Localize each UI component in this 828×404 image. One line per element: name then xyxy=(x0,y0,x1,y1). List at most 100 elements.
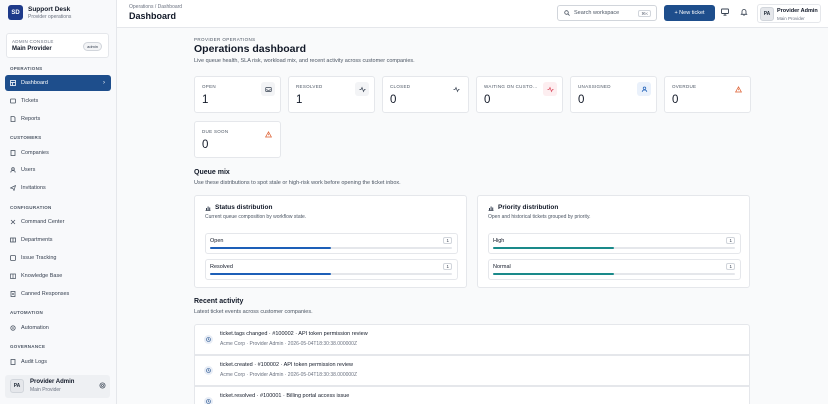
sidebar-item-tickets[interactable]: Tickets xyxy=(5,93,111,109)
sidebar-item-invitations[interactable]: Invitations xyxy=(5,180,111,196)
gear-icon xyxy=(10,325,16,331)
row-label: Open xyxy=(210,238,224,244)
row-count: 1 xyxy=(726,237,735,244)
bell-icon[interactable] xyxy=(740,8,748,18)
sidebar-item-automation[interactable]: Automation xyxy=(5,320,111,336)
topbar: Operations / Dashboard Dashboard Search … xyxy=(117,0,828,28)
warning-icon xyxy=(731,82,745,96)
user-menu[interactable]: PA Provider Admin Main Provider xyxy=(757,4,821,23)
sidebar-item-label: Audit Logs xyxy=(21,359,47,365)
stat-card-overdue[interactable]: OVERDUE 0 xyxy=(664,76,751,113)
chevron-right-icon: › xyxy=(103,80,105,86)
avatar: PA xyxy=(760,7,774,21)
activity-meta: Acme Corp · Provider Admin · 2026-05-04T… xyxy=(220,372,358,378)
sidebar-item-label: Invitations xyxy=(21,185,46,191)
dashboard-icon xyxy=(10,80,16,86)
document-icon xyxy=(10,291,16,297)
panel-subtitle: Current queue composition by workflow st… xyxy=(205,214,307,220)
progress-track xyxy=(493,273,735,275)
breadcrumb[interactable]: Operations / Dashboard xyxy=(129,4,182,10)
row-label: Normal xyxy=(493,264,511,270)
priority-distribution-panel: Priority distribution Open and historica… xyxy=(477,195,750,288)
queue-mix-subtitle: Use these distributions to spot stale or… xyxy=(194,180,401,186)
status-distribution-panel: Status distribution Current queue compos… xyxy=(194,195,467,288)
stat-value: 0 xyxy=(578,94,585,106)
sidebar-item-dashboard[interactable]: Dashboard › xyxy=(5,75,111,91)
stat-card-unassigned[interactable]: UNASSIGNED 0 xyxy=(570,76,657,113)
monitor-icon[interactable] xyxy=(721,8,729,18)
sidebar-item-label: Users xyxy=(21,167,36,173)
sidebar-item-issue-tracking[interactable]: Issue Tracking xyxy=(5,250,111,266)
log-icon xyxy=(10,359,16,365)
brand-subtitle: Provider operations xyxy=(28,13,72,20)
activity-title: ticket.tags changed · #100002 · API toke… xyxy=(220,331,368,337)
sidebar-item-canned-responses[interactable]: Canned Responses xyxy=(5,286,111,302)
search-placeholder: Search workspace xyxy=(574,10,620,16)
dashboard-lead: Live queue health, SLA risk, workload mi… xyxy=(194,58,415,64)
settings-icon[interactable] xyxy=(99,382,106,391)
pulse-icon xyxy=(543,82,557,96)
sidebar-item-label: Companies xyxy=(21,150,49,156)
section-automation: AUTOMATION xyxy=(10,310,44,315)
issue-icon xyxy=(10,255,16,261)
sidebar-item-companies[interactable]: Companies xyxy=(5,145,111,161)
user-icon xyxy=(637,82,651,96)
sidebar-item-knowledge-base[interactable]: Knowledge Base xyxy=(5,268,111,284)
activity-icon xyxy=(355,82,369,96)
avatar: PA xyxy=(10,379,24,393)
activity-item[interactable]: ticket.created · #100002 · API token per… xyxy=(194,355,750,386)
row-label: High xyxy=(493,238,505,244)
stat-card-waiting-on-customer[interactable]: WAITING ON CUSTOMER 0 xyxy=(476,76,563,113)
stat-card-closed[interactable]: CLOSED 0 xyxy=(382,76,469,113)
section-governance: GOVERNANCE xyxy=(10,344,46,349)
distribution-row[interactable]: Normal 1 xyxy=(488,259,741,280)
search-icon xyxy=(564,10,570,16)
new-ticket-button[interactable]: + New ticket xyxy=(664,5,715,21)
recent-activity-subtitle: Latest ticket events across customer com… xyxy=(194,309,313,315)
activity-meta: Acme Corp · Provider Admin · 2026-05-04T… xyxy=(220,341,358,347)
sidebar-item-audit-logs[interactable]: Audit Logs xyxy=(5,354,111,370)
distribution-row[interactable]: Open 1 xyxy=(205,233,458,254)
progress-fill xyxy=(210,247,331,249)
admin-console-switcher[interactable]: ADMIN CONSOLE Main Provider admin xyxy=(6,33,109,58)
section-operations: OPERATIONS xyxy=(10,66,43,71)
sidebar-item-departments[interactable]: Departments xyxy=(5,232,111,248)
progress-fill xyxy=(493,247,614,249)
activity-item[interactable]: ticket.tags changed · #100002 · API toke… xyxy=(194,324,750,355)
activity-title: ticket.created · #100002 · API token per… xyxy=(220,362,353,368)
stat-card-open[interactable]: OPEN 1 xyxy=(194,76,281,113)
sidebar-item-label: Issue Tracking xyxy=(21,255,57,261)
sidebar-item-command-center[interactable]: Command Center xyxy=(5,214,111,230)
stat-label: DUE SOON xyxy=(202,129,229,134)
stat-card-resolved[interactable]: RESOLVED 1 xyxy=(288,76,375,113)
layers-icon xyxy=(10,237,16,243)
sidebar-item-reports[interactable]: Reports xyxy=(5,111,111,127)
sidebar-item-label: Automation xyxy=(21,325,49,331)
inbox-icon xyxy=(261,82,275,96)
warning-icon xyxy=(261,127,275,141)
main-content: PROVIDER OPERATIONS Operations dashboard… xyxy=(117,28,828,404)
clock-icon xyxy=(204,366,213,375)
user-menu-org: Main Provider xyxy=(777,16,805,21)
search-input[interactable]: Search workspace ⌘K xyxy=(557,5,657,21)
progress-track xyxy=(210,247,452,249)
panel-subtitle: Open and historical tickets grouped by p… xyxy=(488,214,591,220)
building-icon xyxy=(10,150,16,156)
user-profile[interactable]: PA Provider Admin Main Provider xyxy=(5,375,110,398)
chart-icon xyxy=(205,205,211,213)
row-count: 1 xyxy=(726,263,735,270)
stat-value: 0 xyxy=(390,94,397,106)
chart-icon xyxy=(488,205,494,213)
distribution-row[interactable]: Resolved 1 xyxy=(205,259,458,280)
sidebar-item-label: Tickets xyxy=(21,98,39,104)
stat-card-due-soon[interactable]: DUE SOON 0 xyxy=(194,121,281,158)
distribution-row[interactable]: High 1 xyxy=(488,233,741,254)
stat-value: 1 xyxy=(202,94,209,106)
book-icon xyxy=(10,273,16,279)
sidebar-item-users[interactable]: Users xyxy=(5,162,111,178)
page-eyebrow: PROVIDER OPERATIONS xyxy=(194,37,256,42)
brand[interactable]: SD Support Desk Provider operations xyxy=(8,5,71,20)
clock-icon xyxy=(204,335,213,344)
activity-item[interactable]: ticket.resolved · #100001 · Billing port… xyxy=(194,386,750,404)
activity-title: ticket.resolved · #100001 · Billing port… xyxy=(220,393,350,399)
